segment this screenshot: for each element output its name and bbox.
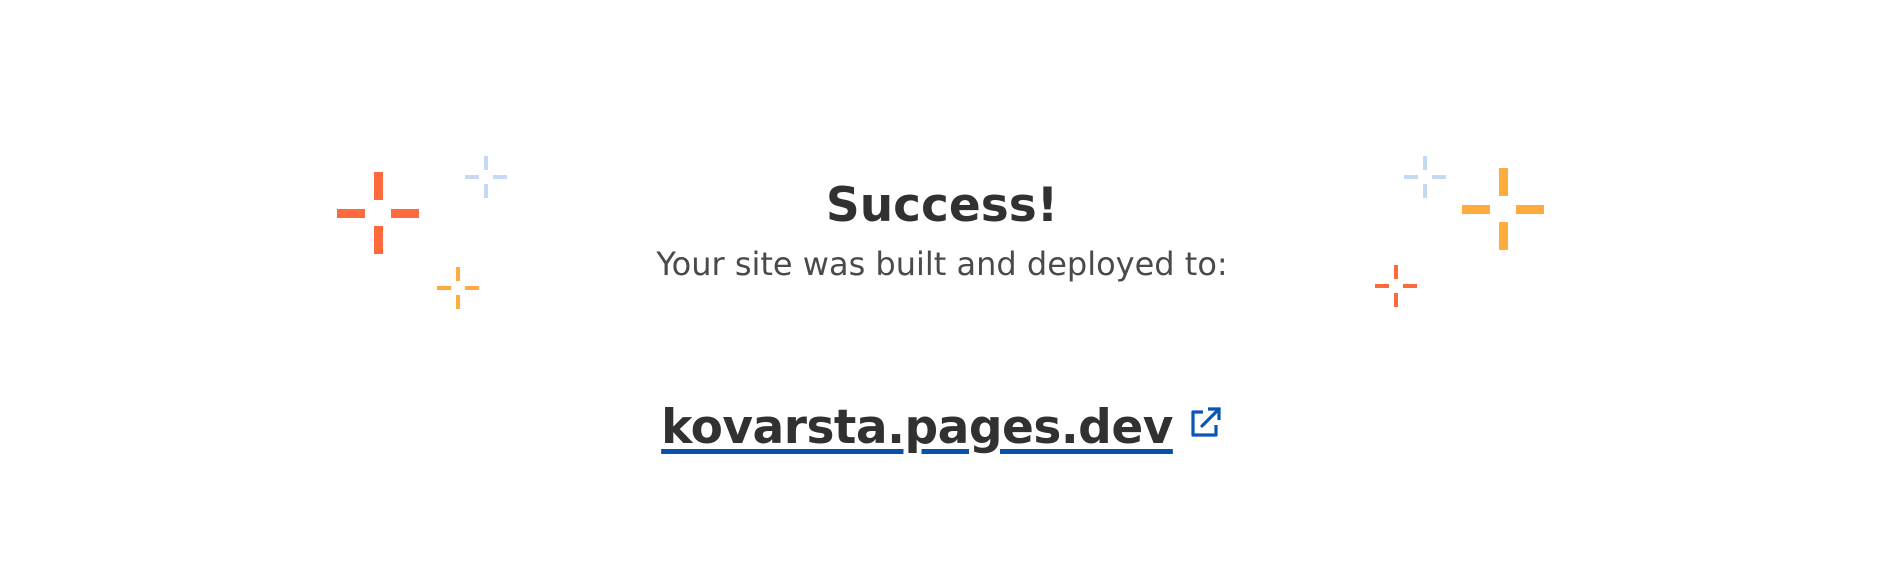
success-subtitle: Your site was built and deployed to:: [656, 245, 1228, 283]
deployment-link-row: kovarsta.pages.dev: [0, 396, 1884, 460]
external-link-icon[interactable]: [1189, 405, 1223, 439]
success-title: Success!: [825, 178, 1059, 233]
site-url-link[interactable]: kovarsta.pages.dev: [661, 396, 1173, 460]
